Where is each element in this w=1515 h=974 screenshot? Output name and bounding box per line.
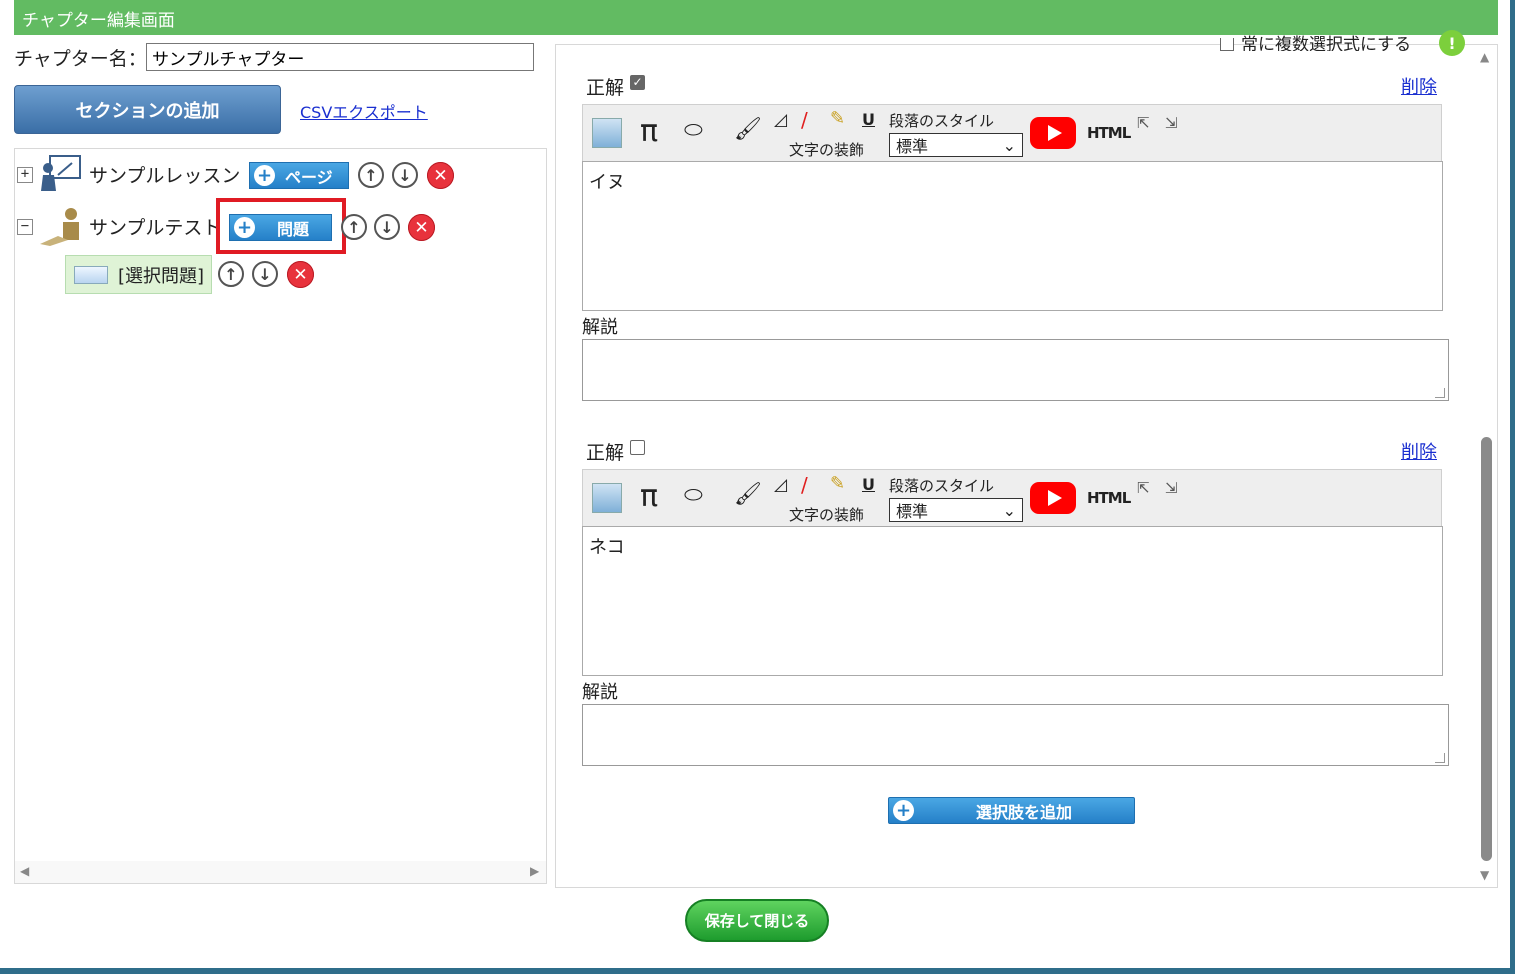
chevron-down-icon: ⌄ <box>1002 500 1016 520</box>
text-decoration-label: 文字の装飾 <box>789 141 865 159</box>
paragraph-style-value: 標準 <box>896 137 929 156</box>
highlight-marker-icon[interactable]: ✎ <box>830 108 845 129</box>
chapter-name-label: チャプター名： <box>14 48 147 70</box>
html-source-icon[interactable]: HTML <box>1087 124 1131 142</box>
shrink-editor-icon[interactable]: ⇲ <box>1165 114 1178 132</box>
scroll-down-icon[interactable]: ▼ <box>1480 868 1489 882</box>
test-collapse-toggle[interactable]: − <box>17 219 33 235</box>
lesson-icon <box>38 155 82 195</box>
youtube-icon[interactable] <box>1030 482 1076 514</box>
scroll-right-icon[interactable]: ▶ <box>530 864 539 878</box>
insert-link-icon[interactable]: ⬭ <box>684 483 703 508</box>
youtube-icon[interactable] <box>1030 117 1076 149</box>
choice-2-correct-label: 正解 <box>586 442 625 464</box>
choice-1-correct-label: 正解 <box>586 77 625 99</box>
insert-formula-pi-icon[interactable]: π <box>640 479 658 514</box>
scroll-left-icon[interactable]: ◀ <box>20 864 29 878</box>
chapter-name-input[interactable] <box>146 43 534 71</box>
resize-grip-icon[interactable] <box>1435 388 1445 398</box>
choice-2-correct-checkbox[interactable] <box>630 440 645 455</box>
insert-link-icon[interactable]: ⬭ <box>684 118 703 143</box>
plus-circle-icon: + <box>893 800 914 821</box>
csv-export-link[interactable]: CSVエクスポート <box>300 99 428 123</box>
scroll-up-icon[interactable]: ▲ <box>1480 50 1489 64</box>
choice-1-delete-link[interactable]: 削除 <box>1401 73 1437 99</box>
question-card-icon <box>74 265 108 284</box>
choice-1-correct-checkbox[interactable]: ✓ <box>630 75 645 90</box>
highlight-box <box>216 198 346 254</box>
paragraph-style-label: 段落のスタイル <box>889 112 995 130</box>
insert-image-icon[interactable] <box>592 118 622 148</box>
shrink-editor-icon[interactable]: ⇲ <box>1165 479 1178 497</box>
test-label[interactable]: サンプルテスト <box>89 213 221 240</box>
tree-horizontal-scrollbar[interactable] <box>15 861 546 883</box>
highlight-marker-icon[interactable]: ✎ <box>830 473 845 494</box>
multi-select-label: 常に複数選択式にする <box>1241 35 1412 51</box>
multi-select-checkbox[interactable] <box>1220 38 1234 51</box>
resize-grip-icon[interactable] <box>1435 753 1445 763</box>
choice-1-explanation-textarea[interactable] <box>582 339 1449 401</box>
window-bottom-edge <box>0 968 1515 974</box>
test-icon <box>38 206 82 246</box>
add-choice-label: 選択肢を追加 <box>976 802 1073 822</box>
question-item[interactable]: [選択問題] <box>65 255 212 294</box>
text-color-icon[interactable]: / <box>801 108 808 132</box>
paragraph-style-value: 標準 <box>896 502 929 521</box>
insert-image-icon[interactable] <box>592 483 622 513</box>
save-and-close-button[interactable]: 保存して閉じる <box>685 899 829 942</box>
test-move-up-icon[interactable]: ↑ <box>341 214 367 240</box>
question-move-down-icon[interactable]: ↓ <box>252 261 278 287</box>
add-choice-button[interactable]: + 選択肢を追加 <box>888 797 1135 824</box>
lesson-delete-icon[interactable]: ✕ <box>427 162 454 189</box>
choice-2-explanation-textarea[interactable] <box>582 704 1449 766</box>
html-source-icon[interactable]: HTML <box>1087 489 1131 507</box>
test-move-down-icon[interactable]: ↓ <box>374 214 400 240</box>
expand-editor-icon[interactable]: ⇱ <box>1137 114 1150 132</box>
expand-editor-icon[interactable]: ⇱ <box>1137 479 1150 497</box>
paragraph-style-label: 段落のスタイル <box>889 477 995 495</box>
page-title: チャプター編集画面 <box>22 11 175 31</box>
question-move-up-icon[interactable]: ↑ <box>218 261 244 287</box>
help-icon[interactable]: ! <box>1439 30 1465 56</box>
add-section-button[interactable]: セクションの追加 <box>14 85 281 134</box>
eraser-icon[interactable]: ◿ <box>774 475 787 495</box>
question-delete-icon[interactable]: ✕ <box>287 261 314 288</box>
lesson-label[interactable]: サンプルレッスン <box>89 161 240 188</box>
question-item-label: [選択問題] <box>118 265 205 287</box>
lesson-move-up-icon[interactable]: ↑ <box>358 162 384 188</box>
clear-format-brush-icon[interactable]: 🖌 <box>734 482 762 507</box>
scrollbar-thumb[interactable] <box>1481 437 1492 861</box>
eraser-icon[interactable]: ◿ <box>774 110 787 130</box>
lesson-move-down-icon[interactable]: ↓ <box>392 162 418 188</box>
chevron-down-icon: ⌄ <box>1002 135 1016 155</box>
test-delete-icon[interactable]: ✕ <box>408 214 435 241</box>
lesson-expand-toggle[interactable]: + <box>17 167 33 183</box>
text-decoration-label: 文字の装飾 <box>789 506 865 524</box>
paragraph-style-select[interactable]: 標準 ⌄ <box>889 498 1023 522</box>
choice-1-text-editor[interactable]: イヌ <box>582 161 1443 311</box>
choice-2-explanation-label: 解説 <box>582 682 618 703</box>
plus-circle-icon: + <box>254 165 275 186</box>
paragraph-style-select[interactable]: 標準 ⌄ <box>889 133 1023 157</box>
add-page-label: ページ <box>285 167 333 187</box>
add-page-button[interactable]: + ページ <box>249 162 349 189</box>
underline-icon[interactable]: U <box>862 475 875 494</box>
choice-2-text-editor[interactable]: ネコ <box>582 526 1443 676</box>
window-right-edge <box>1510 0 1515 974</box>
choice-2-delete-link[interactable]: 削除 <box>1401 438 1437 464</box>
insert-formula-pi-icon[interactable]: π <box>640 114 658 149</box>
text-color-icon[interactable]: / <box>801 473 808 497</box>
underline-icon[interactable]: U <box>862 110 875 129</box>
clear-format-brush-icon[interactable]: 🖌 <box>734 117 762 142</box>
title-bar <box>14 0 1498 35</box>
choice-1-explanation-label: 解説 <box>582 317 618 338</box>
